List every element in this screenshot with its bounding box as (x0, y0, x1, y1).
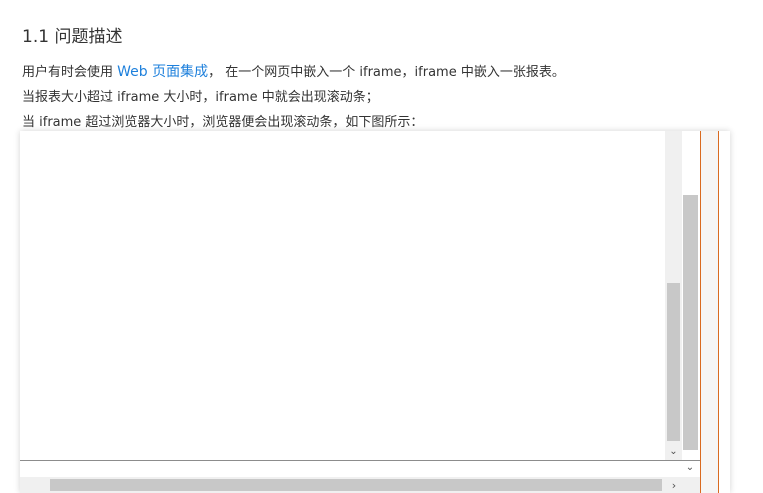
example-screenshot: ⌄ ⌄ › (20, 131, 730, 493)
chevron-down-icon[interactable]: ⌄ (665, 443, 682, 460)
web-page-integration-link[interactable]: Web 页面集成 (117, 64, 208, 80)
browser-horizontal-scrollbar[interactable]: › (20, 477, 700, 493)
iframe-area: ⌄ (20, 131, 700, 461)
section-heading: 1.1 问题描述 (22, 27, 123, 47)
iframe-scrollbar-thumb[interactable] (667, 283, 680, 441)
chevron-down-icon[interactable]: ⌄ (680, 460, 700, 474)
browser-vertical-scrollbar-track (700, 131, 719, 493)
browser-scrollbar-thumb[interactable] (683, 195, 698, 450)
paragraph-1: 用户有时会使用 Web 页面集成， 在一个网页中嵌入一个 iframe，ifra… (22, 61, 565, 81)
accent-border-line (718, 131, 719, 493)
iframe-vertical-scrollbar[interactable]: ⌄ (665, 131, 682, 460)
paragraph-2: 当报表大小超过 iframe 大小时，iframe 中就会出现滚动条； (22, 90, 379, 105)
paragraph-3: 当 iframe 超过浏览器大小时，浏览器便会出现滚动条，如下图所示： (22, 115, 424, 130)
paragraph-1-text-before: 用户有时会使用 (22, 65, 118, 80)
paragraph-1-text-after: ， 在一个网页中嵌入一个 iframe，iframe 中嵌入一张报表。 (208, 65, 565, 80)
chevron-right-icon[interactable]: › (666, 477, 682, 493)
horizontal-scrollbar-thumb[interactable] (50, 479, 662, 491)
